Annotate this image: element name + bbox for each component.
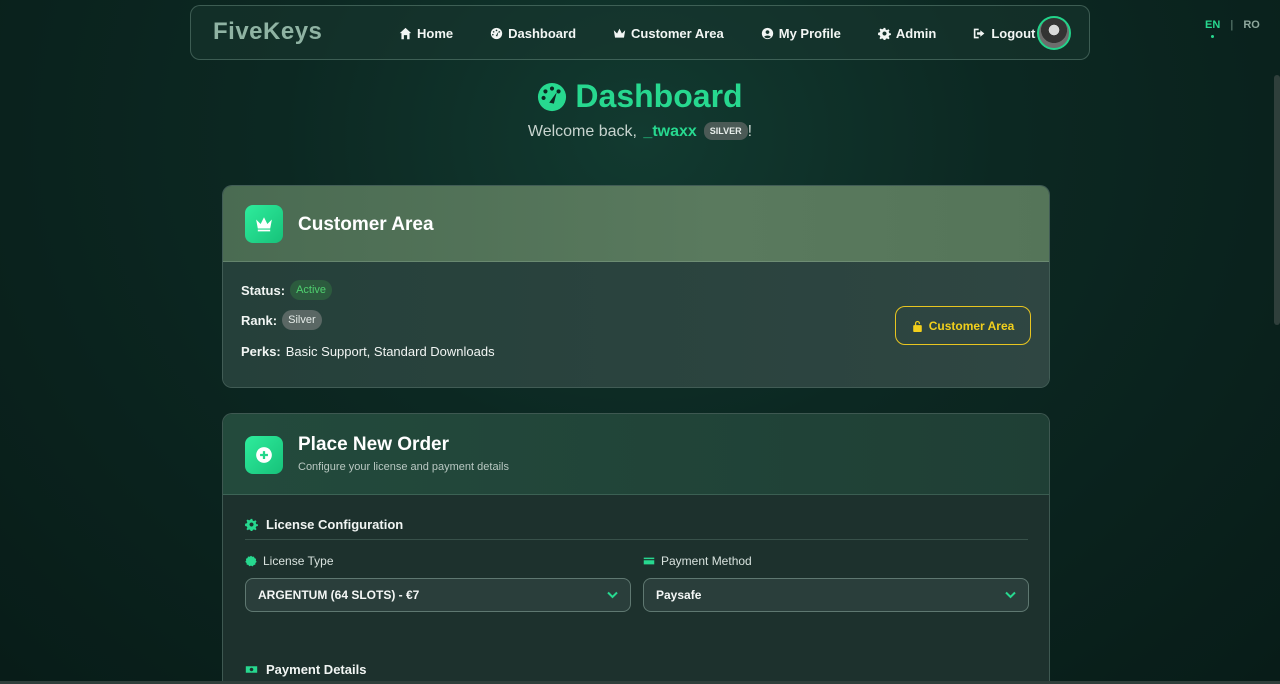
lang-en[interactable]: EN <box>1205 19 1220 38</box>
perks-label: Perks: <box>241 344 281 359</box>
license-config-label: License Configuration <box>266 517 404 532</box>
lang-ro[interactable]: RO <box>1243 19 1260 31</box>
rank-row: Rank: Silver <box>241 310 322 330</box>
language-switcher: EN | RO <box>1205 19 1260 38</box>
nav-logout-label: Logout <box>991 26 1036 41</box>
place-order-subtitle: Configure your license and payment detai… <box>298 461 509 473</box>
credit-card-icon <box>643 557 655 565</box>
place-order-title: Place New Order <box>298 434 450 455</box>
crown-icon-tile <box>245 205 283 243</box>
license-type-value: ARGENTUM (64 SLOTS) - €7 <box>258 588 420 602</box>
customer-area-card-header: Customer Area <box>223 186 1049 262</box>
status-row: Status: Active <box>241 280 333 300</box>
customer-area-title: Customer Area <box>298 214 434 235</box>
dashboard-icon <box>490 27 503 40</box>
welcome-suffix: ! <box>747 123 753 140</box>
home-icon <box>399 27 412 40</box>
welcome-message: Welcome back, _twaxx SILVER! <box>0 122 1280 141</box>
logout-icon <box>974 28 985 39</box>
lang-separator: | <box>1230 19 1234 31</box>
customer-area-card: Customer Area Status: Active Rank: Silve… <box>222 185 1050 388</box>
nav-my-profile-label: My Profile <box>778 26 841 41</box>
perks-value: Basic Support, Standard Downloads <box>285 344 495 359</box>
nav-admin-label: Admin <box>895 26 937 41</box>
chevron-down-icon <box>607 591 618 599</box>
status-badge: Active <box>290 280 333 300</box>
nav-admin[interactable]: Admin <box>877 26 937 41</box>
license-type-label: License Type <box>245 554 334 568</box>
payment-method-label: Payment Method <box>643 554 752 568</box>
unlock-icon <box>912 320 922 332</box>
nav-customer-area[interactable]: Customer Area <box>613 26 724 41</box>
gear-icon <box>245 518 258 531</box>
nav-home[interactable]: Home <box>399 26 453 41</box>
section-divider <box>245 539 1028 540</box>
perks-row: Perks: Basic Support, Standard Downloads <box>241 344 495 359</box>
page-header: Dashboard <box>0 78 1280 115</box>
user-circle-icon <box>761 27 773 40</box>
place-order-card-header: Place New Order Configure your license a… <box>223 414 1049 495</box>
nav-home-label: Home <box>417 26 454 41</box>
crown-icon <box>256 217 272 232</box>
plus-circle-icon <box>256 447 272 463</box>
customer-area-button[interactable]: Customer Area <box>895 306 1031 345</box>
nav-customer-area-label: Customer Area <box>631 26 724 41</box>
chevron-down-icon <box>1005 591 1016 599</box>
place-order-card: Place New Order Configure your license a… <box>222 413 1050 684</box>
license-config-heading: License Configuration <box>245 517 403 532</box>
nav-links: Home Dashboard Customer Area My Profile … <box>399 6 1072 61</box>
payment-details-label: Payment Details <box>266 662 367 677</box>
license-type-select[interactable]: ARGENTUM (64 SLOTS) - €7 <box>245 578 631 612</box>
money-bill-icon <box>245 666 258 673</box>
payment-method-select[interactable]: Paysafe <box>643 578 1029 612</box>
customer-area-card-body: Status: Active Rank: Silver Perks: Basic… <box>223 262 1049 387</box>
status-label: Status: <box>241 282 286 298</box>
welcome-prefix: Welcome back, <box>527 123 642 140</box>
nav-dashboard-label: Dashboard <box>508 26 577 41</box>
customer-area-button-label: Customer Area <box>928 318 1015 333</box>
nav-logout[interactable]: Logout <box>973 26 1035 41</box>
rank-pill: Silver <box>282 310 322 330</box>
nav-my-profile[interactable]: My Profile <box>761 26 841 41</box>
username: _twaxx <box>643 123 697 140</box>
payment-method-value: Paysafe <box>656 588 702 602</box>
top-navbar: FiveKeys Home Dashboard Customer Area My… <box>190 5 1090 60</box>
nav-dashboard[interactable]: Dashboard <box>490 26 576 41</box>
payment-method-text: Payment Method <box>661 554 752 568</box>
badge-icon <box>245 555 257 567</box>
user-avatar[interactable] <box>1037 16 1071 50</box>
plus-icon-tile <box>245 436 283 474</box>
brand-logo[interactable]: FiveKeys <box>213 18 322 46</box>
rank-label: Rank: <box>241 312 278 328</box>
gear-icon <box>877 27 891 40</box>
rank-badge: SILVER <box>703 122 748 140</box>
license-type-text: License Type <box>263 554 334 568</box>
dashboard-icon <box>538 82 567 111</box>
page-title: Dashboard <box>575 78 743 114</box>
crown-icon <box>613 28 626 38</box>
payment-details-heading: Payment Details <box>245 662 366 677</box>
